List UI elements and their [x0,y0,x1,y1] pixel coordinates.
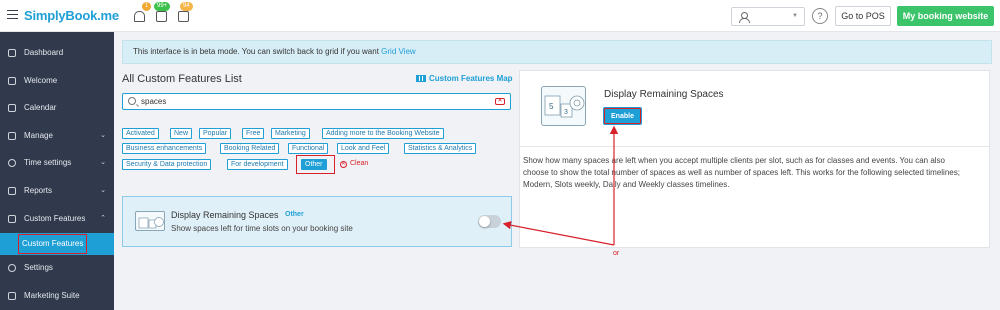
bulb-icon [8,77,16,85]
tag-activated[interactable]: Activated [122,128,159,139]
tasks-badge: 99+ [154,2,171,11]
svg-text:5: 5 [549,102,554,111]
dashboard-icon [8,49,16,57]
tag-look-and-feel[interactable]: Look and Feel [337,143,390,154]
grid-icon [416,75,426,82]
sidebar-item-reports[interactable]: Reports ⌄ [0,181,114,201]
custom-features-map-link[interactable]: Custom Features Map [416,74,513,83]
user-menu[interactable]: ▼ [731,7,805,26]
tag-booking-related[interactable]: Booking Related [220,143,280,154]
sidebar-item-marketing-suite[interactable]: Marketing Suite [0,286,114,306]
puzzle-icon [8,215,16,223]
feature-illustration-icon: 5 3 [541,86,586,126]
tag-security-data-protection[interactable]: Security & Data protection [122,159,212,170]
sidebar-item-label: Calendar [24,103,57,112]
tag-free[interactable]: Free [242,128,265,139]
pencil-icon [8,132,16,140]
my-booking-website-button[interactable]: My booking website [897,6,994,26]
logo[interactable]: SimplyBook.me [24,8,119,23]
close-icon: ✕ [340,161,347,168]
feature-name: Display Remaining Spaces [171,210,279,220]
sidebar-subitem-label: Custom Features [18,234,88,254]
detail-description: Show how many spaces are left when you a… [523,156,960,189]
chevron-down-icon: ⌄ [100,187,106,194]
gear-icon [8,264,16,272]
bookings-badge: 94 [180,2,193,11]
top-bar: SimplyBook.me 1 99+ 94 ▼ ? Go to POS My … [0,0,1000,32]
tag-functional[interactable]: Functional [288,143,329,154]
sidebar-item-label: Custom Features [24,214,86,223]
search-value: spaces [141,97,167,106]
tag-popular[interactable]: Popular [199,128,232,139]
annotation-or-label: or [613,250,620,257]
sidebar-item-time-settings[interactable]: Time settings ⌄ [0,153,114,173]
detail-header: 5 3 Display Remaining Spaces Enable [520,71,989,147]
tag-statistics-analytics[interactable]: Statistics & Analytics [404,143,477,154]
sidebar-item-label: Manage [24,131,53,140]
help-button[interactable]: ? [812,8,828,24]
tag-adding-more-to-booking-website[interactable]: Adding more to the Booking Website [322,128,444,139]
tag-new[interactable]: New [170,128,193,139]
sidebar-item-label: Reports [24,186,53,195]
feature-detail-panel: 5 3 Display Remaining Spaces Enable Show… [519,70,990,248]
tag-marketing[interactable]: Marketing [271,128,310,139]
grid-view-link[interactable]: Grid View [381,47,416,56]
sidebar-item-label: Settings [24,263,53,272]
go-to-pos-button[interactable]: Go to POS [835,6,891,26]
search-input[interactable]: spaces ✕ [122,93,511,110]
enable-button[interactable]: Enable [603,107,642,125]
feature-toggle[interactable] [478,215,501,228]
feature-card[interactable]: Display Remaining Spaces Other Show spac… [122,196,512,247]
sidebar-subitem-custom-features[interactable]: Custom Features [0,233,114,255]
chevron-up-icon: ⌃ [100,215,106,222]
user-icon [739,12,750,23]
calendar-icon [8,104,16,112]
sidebar-item-manage[interactable]: Manage ⌄ [0,126,114,146]
sidebar-item-label: Marketing Suite [24,291,80,300]
map-link-label: Custom Features Map [429,74,513,83]
chevron-down-icon: ⌄ [100,159,106,166]
clean-filters-button[interactable]: ✕ Clean [340,160,368,168]
sidebar-item-label: Time settings [24,158,72,167]
sidebar-item-calendar[interactable]: Calendar [0,98,114,118]
highlight-box [296,155,335,174]
beta-notice: This interface is in beta mode. You can … [122,40,992,64]
chart-icon [8,187,16,195]
sidebar-item-label: Welcome [24,76,58,85]
page-title: All Custom Features List [122,73,242,85]
feature-illustration-icon [135,211,165,231]
clean-label: Clean [350,160,369,167]
sidebar-item-settings[interactable]: Settings [0,258,114,278]
feature-category: Other [285,211,304,218]
checklist-icon[interactable] [156,11,167,22]
sidebar-item-welcome[interactable]: Welcome [0,71,114,91]
calendar-icon[interactable] [178,11,189,22]
bell-icon[interactable] [134,11,145,22]
sidebar-item-label: Dashboard [24,48,64,57]
tag-business-enhancements[interactable]: Business enhancements [122,143,207,154]
feature-description: Show spaces left for time slots on your … [171,224,353,233]
sidebar-item-custom-features[interactable]: Custom Features ⌃ [0,209,114,229]
clear-search-icon[interactable]: ✕ [495,98,505,105]
beta-text: This interface is in beta mode. You can … [133,47,379,56]
search-icon [128,97,136,105]
clock-icon [8,159,16,167]
sidebar-item-dashboard[interactable]: Dashboard [0,43,114,63]
menu-icon[interactable] [7,10,18,19]
chevron-down-icon: ▼ [792,13,798,19]
tag-for-development[interactable]: For development [227,159,288,170]
sidebar: Dashboard Welcome Calendar Manage ⌄ Time … [0,32,114,310]
megaphone-icon [8,292,16,300]
notification-badge: 1 [142,2,152,11]
chevron-down-icon: ⌄ [100,132,106,139]
svg-text:3: 3 [564,109,568,116]
detail-title: Display Remaining Spaces [604,89,724,100]
